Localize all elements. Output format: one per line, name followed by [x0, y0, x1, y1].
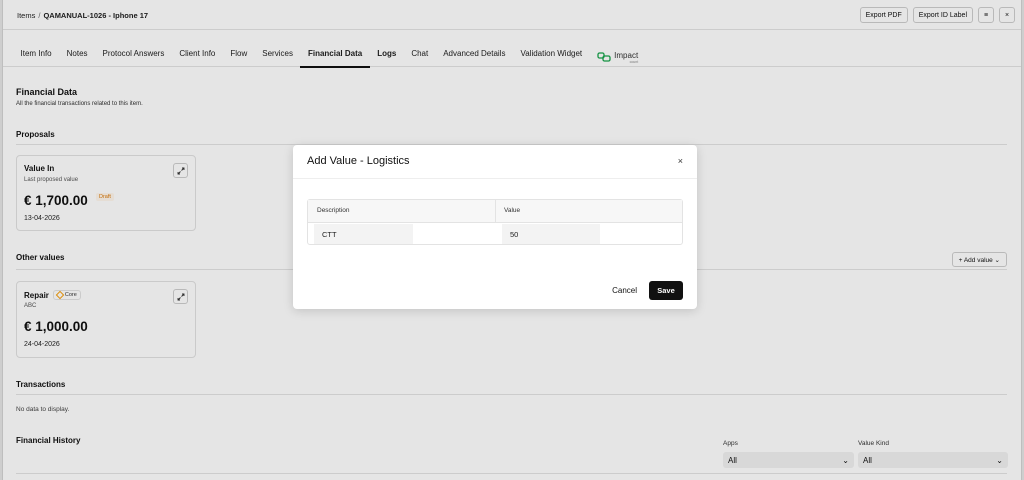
close-icon[interactable]: × — [678, 156, 683, 166]
description-input[interactable]: CTT — [314, 224, 413, 244]
table-header: Description Value — [308, 200, 682, 223]
value-input[interactable]: 50 — [502, 224, 600, 244]
save-button[interactable]: Save — [649, 281, 683, 300]
modal-divider — [293, 178, 697, 179]
column-value: Value — [504, 207, 521, 214]
modal-title: Add Value - Logistics — [307, 155, 410, 167]
column-separator — [495, 200, 496, 223]
add-value-modal: Add Value - Logistics × Description Valu… — [293, 145, 697, 309]
column-description: Description — [317, 207, 350, 214]
cancel-button[interactable]: Cancel — [612, 286, 637, 295]
value-table: Description Value CTT 50 — [307, 199, 683, 245]
